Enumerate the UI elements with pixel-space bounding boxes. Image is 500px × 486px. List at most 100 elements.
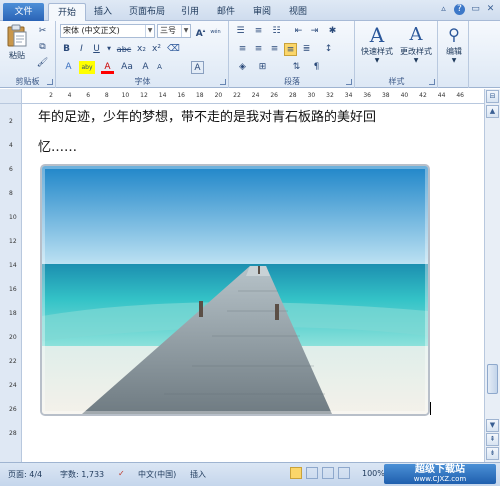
tab-home[interactable]: 开始 — [48, 3, 86, 21]
quick-styles-button[interactable]: A 快速样式 ▼ — [358, 24, 396, 72]
paragraph-launcher-icon[interactable] — [346, 79, 352, 85]
ruler-number: 32 — [326, 92, 334, 99]
page-count[interactable]: 页面: 4/4 — [8, 469, 42, 480]
watermark-title: 超级下载站 — [415, 464, 465, 475]
language-status[interactable]: 中文(中国) — [138, 469, 176, 480]
vertical-ruler[interactable]: 2 4 6 8 10 12 14 16 18 20 22 24 26 28 — [0, 104, 22, 462]
tab-insert[interactable]: 插入 — [90, 3, 116, 21]
chinese-layout-icon[interactable]: ✱ — [326, 25, 339, 38]
ruler-number: 8 — [104, 92, 109, 99]
align-left-icon[interactable]: ≡ — [236, 43, 249, 56]
vertical-ruler-number: 28 — [9, 430, 17, 437]
subscript-button[interactable]: x₂ — [135, 43, 148, 56]
tab-file[interactable]: 文件 — [3, 3, 44, 21]
web-layout-icon[interactable] — [322, 467, 334, 479]
restore-icon[interactable]: ▭ — [470, 4, 481, 15]
outline-view-icon[interactable] — [338, 467, 350, 479]
word-count[interactable]: 字数: 1,733 — [60, 469, 104, 480]
editing-button[interactable]: ⚲ 编辑 ▼ — [440, 24, 468, 72]
align-right-icon[interactable]: ≡ — [268, 43, 281, 56]
ruler-number: 46 — [456, 92, 464, 99]
quick-styles-label: 快速样式 — [361, 47, 393, 56]
line-spacing-icon[interactable]: ↕ — [322, 43, 335, 56]
format-painter-icon[interactable]: 🖌 — [36, 57, 49, 70]
vertical-ruler-number: 16 — [9, 286, 17, 293]
scroll-down-icon[interactable]: ▼ — [486, 419, 499, 432]
vertical-ruler-number: 14 — [9, 262, 17, 269]
clipboard-launcher-icon[interactable] — [47, 79, 53, 85]
font-color-button[interactable]: A — [101, 61, 114, 74]
document-page[interactable]: 年的足迹，少年的梦想，带不走的是我对青石板路的美好回 忆…… — [22, 104, 484, 462]
tab-references[interactable]: 引用 — [178, 3, 202, 21]
bold-button[interactable]: B — [60, 43, 73, 56]
print-layout-icon[interactable] — [290, 467, 302, 479]
increase-indent-icon[interactable]: ⇥ — [308, 25, 321, 38]
styles-launcher-icon[interactable] — [429, 79, 435, 85]
zoom-level[interactable]: 100% — [362, 469, 385, 478]
vertical-ruler-number: 4 — [9, 142, 13, 149]
multilevel-list-icon[interactable]: ☷ — [270, 25, 283, 38]
grow-font-icon[interactable]: A▴ — [194, 25, 207, 39]
align-center-icon[interactable]: ≡ — [252, 43, 265, 56]
distributed-icon[interactable]: ≣ — [300, 43, 313, 56]
decrease-indent-icon[interactable]: ⇤ — [292, 25, 305, 38]
tab-mailings[interactable]: 邮件 — [214, 3, 238, 21]
character-border-button[interactable]: A — [191, 61, 204, 74]
superscript-button[interactable]: x² — [150, 43, 163, 56]
ruler-number: 10 — [121, 92, 130, 99]
highlight-button[interactable]: aby — [79, 61, 95, 74]
change-styles-button[interactable]: A 更改样式 ▼ — [397, 24, 435, 72]
show-marks-icon[interactable]: ¶ — [310, 61, 323, 74]
minimize-ribbon-icon[interactable]: ▵ — [438, 4, 449, 15]
font-name-select[interactable]: 宋体 (中文正文) ▼ — [60, 24, 155, 38]
copy-icon[interactable]: ⧉ — [36, 41, 49, 54]
strikethrough-button[interactable]: abc — [115, 43, 133, 56]
scroll-up-icon[interactable]: ▲ — [486, 105, 499, 118]
bullets-icon[interactable]: ☰ — [234, 25, 247, 38]
close-icon[interactable]: ✕ — [485, 4, 496, 15]
next-page-icon[interactable]: ⇟ — [486, 447, 499, 460]
text-effects-icon[interactable]: A — [62, 61, 75, 74]
change-case-button[interactable]: Aa — [119, 61, 135, 74]
shading-icon[interactable]: ◈ — [236, 61, 249, 74]
previous-page-icon[interactable]: ⇞ — [486, 433, 499, 446]
ruler-number: 20 — [214, 92, 223, 99]
grow-font-button[interactable]: A — [139, 61, 152, 74]
tab-view[interactable]: 视图 — [286, 3, 310, 21]
font-launcher-icon[interactable] — [220, 79, 226, 85]
underline-dropdown-icon[interactable]: ▼ — [105, 43, 113, 56]
vertical-ruler-number: 22 — [9, 358, 17, 365]
justify-icon[interactable]: ≡ — [284, 43, 297, 56]
paste-button[interactable]: 粘贴 — [4, 24, 30, 68]
italic-button[interactable]: I — [75, 43, 88, 56]
insert-mode-status[interactable]: 插入 — [190, 469, 206, 480]
font-size-select[interactable]: 三号 ▼ — [157, 24, 191, 38]
full-screen-reading-icon[interactable] — [306, 467, 318, 479]
phonetic-guide-icon[interactable]: wén — [209, 25, 222, 38]
clear-formatting-icon[interactable]: ⌫ — [167, 43, 180, 56]
phonetic-text: wén — [210, 29, 221, 35]
borders-icon[interactable]: ⊞ — [256, 61, 269, 74]
cut-icon[interactable]: ✂ — [36, 25, 49, 38]
vertical-ruler-number: 10 — [9, 214, 17, 221]
change-styles-icon: A — [409, 24, 423, 45]
help-icon[interactable]: ? — [454, 4, 465, 15]
quick-styles-icon: A — [369, 23, 385, 47]
tab-page-layout[interactable]: 页面布局 — [124, 3, 170, 21]
vertical-ruler-number: 26 — [9, 406, 17, 413]
ruler-number: 44 — [437, 92, 446, 99]
scrollbar-thumb[interactable] — [487, 364, 498, 394]
ruler-toggle[interactable] — [0, 89, 22, 104]
ruler-view-icon[interactable]: ⊟ — [486, 90, 499, 103]
underline-button[interactable]: U — [90, 43, 103, 56]
proofing-icon[interactable]: ✓ — [118, 469, 125, 478]
numbering-icon[interactable]: ≡ — [252, 25, 265, 38]
horizontal-ruler[interactable]: 2 4 6 8 10 12 14 16 18 20 22 24 26 28 30 32 34 36 38 40 42 44… — [22, 89, 484, 104]
sort-icon[interactable]: ⇅ — [290, 61, 303, 74]
inserted-picture[interactable] — [42, 166, 428, 414]
tab-review[interactable]: 审阅 — [250, 3, 274, 21]
vertical-scrollbar[interactable]: ⊟ ▲ ▼ ⇞ ⇟ — [484, 89, 500, 462]
clipboard-group: 粘贴 ✂ ⧉ 🖌 剪贴板 — [0, 21, 56, 88]
status-bar: 页面: 4/4 字数: 1,733 ✓ 中文(中国) 插入 100% 超级下载站… — [0, 462, 500, 486]
shrink-font-button[interactable]: A — [153, 61, 166, 74]
